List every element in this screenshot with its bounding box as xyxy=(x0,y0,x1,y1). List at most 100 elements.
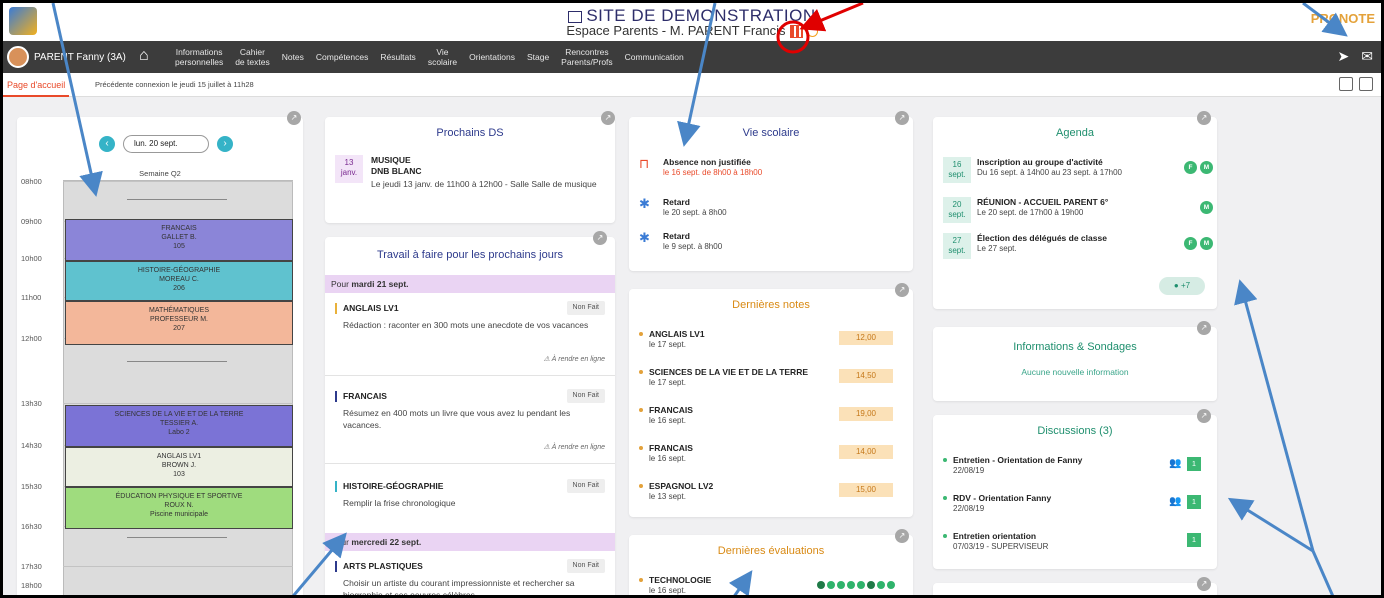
panel-title: Dernières notes xyxy=(732,299,810,311)
nav-item-competences[interactable]: Compétences xyxy=(310,52,374,62)
power-icon[interactable] xyxy=(806,26,818,38)
test-subject[interactable]: MUSIQUE DNB BLANC xyxy=(371,155,422,177)
homework-status-badge[interactable]: Non Fait xyxy=(566,479,605,493)
expand-icon[interactable]: ↗ xyxy=(1197,409,1211,423)
unread-count-badge: 1 xyxy=(1187,533,1201,547)
latest-grades-panel: ↗ Dernières notes ANGLAIS LV1 le 17 sept.… xyxy=(629,283,913,517)
hour-label: 10h00 xyxy=(21,254,42,263)
event-detail: Du 16 sept. à 14h00 au 23 sept. à 17h00 xyxy=(977,168,1123,177)
evaluation-date: le 16 sept. xyxy=(649,586,686,595)
course-block[interactable]: SCIENCES DE LA VIE ET DE LA TERRE TESSIER… xyxy=(65,405,293,447)
send-icon[interactable]: ➤ xyxy=(1338,48,1350,65)
bottom-panel: ↗ xyxy=(933,577,1217,595)
divider xyxy=(325,375,615,376)
bullet xyxy=(639,578,643,582)
agenda-panel: ↗ Agenda 16 sept. Inscription au groupe d'… xyxy=(933,111,1217,309)
notifications-icon[interactable]: ✉ xyxy=(1361,48,1373,65)
expand-icon[interactable]: ↗ xyxy=(593,231,607,245)
grade-date: le 16 sept. xyxy=(649,416,686,425)
course-block[interactable]: MATHÉMATIQUES PROFESSEUR M. 207 xyxy=(65,301,293,345)
expand-icon[interactable]: ↗ xyxy=(1197,111,1211,125)
hour-label: 09h00 xyxy=(21,217,42,226)
homework-subject: HISTOIRE-GÉOGRAPHIE xyxy=(343,481,444,491)
nav-menu: Informations personnelles Cahier de text… xyxy=(169,41,690,73)
nav-item-communication[interactable]: Communication xyxy=(619,52,690,62)
nav-item-stage[interactable]: Stage xyxy=(521,52,555,62)
course-subject: HISTOIRE-GÉOGRAPHIE xyxy=(137,267,221,274)
user-selector[interactable]: PARENT Fanny (3A) xyxy=(7,45,126,69)
hour-line xyxy=(63,403,293,404)
school-life-panel: ↗ Vie scolaire ⊓ Absence non justifiée l… xyxy=(629,111,913,271)
expand-icon[interactable]: ↗ xyxy=(601,111,615,125)
submit-online-link[interactable]: ⚠ À rendre en ligne xyxy=(543,355,605,363)
expand-icon[interactable]: ↗ xyxy=(287,111,301,125)
course-subject: FRANCAIS xyxy=(161,225,197,232)
homework-day-header: Pour mercredi 22 sept. xyxy=(325,533,615,551)
qr-code-icon[interactable] xyxy=(789,25,803,39)
prev-day-icon[interactable]: ‹ xyxy=(99,136,115,152)
hour-label: 18h00 xyxy=(21,581,42,590)
nav-item-cahier[interactable]: Cahier de textes xyxy=(229,47,276,67)
info-surveys-panel: ↗ Informations & Sondages Aucune nouvell… xyxy=(933,321,1217,401)
test-date: 13 janv. xyxy=(335,155,363,183)
course-room: 103 xyxy=(173,471,185,478)
homework-status-badge[interactable]: Non Fait xyxy=(566,389,605,403)
submit-online-link[interactable]: ⚠ À rendre en ligne xyxy=(543,443,605,451)
event-month: sept. xyxy=(948,246,966,255)
more-events-count: +7 xyxy=(1180,281,1191,290)
bullet xyxy=(943,534,947,538)
nav-item-orientations[interactable]: Orientations xyxy=(463,52,521,62)
layout-icon[interactable] xyxy=(1359,77,1373,91)
grade-subject: FRANCAIS xyxy=(649,443,693,453)
expand-icon[interactable]: ↗ xyxy=(895,529,909,543)
more-events-button[interactable]: ● +7 xyxy=(1159,277,1205,295)
course-block[interactable]: HISTOIRE-GÉOGRAPHIE MOREAU C. 206 xyxy=(65,261,293,301)
expand-icon[interactable]: ↗ xyxy=(895,283,909,297)
submit-online-label: À rendre en ligne xyxy=(551,356,605,363)
course-room: 206 xyxy=(173,285,185,292)
discussion-title: RDV - Orientation Fanny xyxy=(953,493,1052,503)
bullet xyxy=(943,458,947,462)
subject-color-bar xyxy=(335,303,337,314)
avatar xyxy=(7,46,29,68)
date-picker[interactable]: lun. 20 sept. xyxy=(123,135,209,153)
homework-subject: ANGLAIS LV1 xyxy=(343,303,399,313)
bed-icon: ⊓ xyxy=(639,156,650,171)
test-type: DNB BLANC xyxy=(371,166,422,176)
screenshot-frame: SITE DE DEMONSTRATION Espace Parents - M… xyxy=(0,0,1384,598)
nav-item-notes[interactable]: Notes xyxy=(276,52,310,62)
expand-icon[interactable]: ↗ xyxy=(895,111,909,125)
bullet xyxy=(639,408,643,412)
event-day: 20 xyxy=(952,200,962,209)
homework-day-header: Pour mardi 21 sept. xyxy=(325,275,615,293)
event-title: Retard xyxy=(663,231,690,241)
home-icon[interactable]: ⌂ xyxy=(139,47,157,65)
event-detail: le 9 sept. à 8h00 xyxy=(663,242,723,251)
nav-item-informations[interactable]: Informations personnelles xyxy=(169,47,229,67)
nav-item-resultats[interactable]: Résultats xyxy=(374,52,421,62)
grade-date: le 17 sept. xyxy=(649,340,686,349)
nav-item-vie-scolaire[interactable]: Vie scolaire xyxy=(422,47,463,67)
expand-icon[interactable]: ↗ xyxy=(1197,577,1211,591)
course-teacher: MOREAU C. xyxy=(159,276,199,283)
panel-title: Discussions (3) xyxy=(1037,425,1113,437)
homework-subject: ARTS PLASTIQUES xyxy=(343,561,423,571)
course-block[interactable]: ANGLAIS LV1 BROWN J. 103 xyxy=(65,447,293,487)
homework-text: Remplir la frise chronologique xyxy=(343,498,456,508)
tab-home[interactable]: Page d'accueil xyxy=(3,73,70,97)
homework-status-badge[interactable]: Non Fait xyxy=(566,301,605,315)
print-icon[interactable] xyxy=(1339,77,1353,91)
homework-status-badge[interactable]: Non Fait xyxy=(566,559,605,573)
course-block[interactable]: FRANCAIS GALLET B. 105 xyxy=(65,219,293,261)
bullet xyxy=(639,370,643,374)
discussions-panel: ↗ Discussions (3) Entretien - Orientatio… xyxy=(933,409,1217,569)
date-picker-value: lun. 20 sept. xyxy=(134,139,178,148)
next-day-icon[interactable]: › xyxy=(217,136,233,152)
unread-count-badge: 1 xyxy=(1187,457,1201,471)
course-block[interactable]: ÉDUCATION PHYSIQUE ET SPORTIVE ROUX N. Pis… xyxy=(65,487,293,529)
participants-icon: 👥 xyxy=(1169,458,1182,469)
expand-icon[interactable]: ↗ xyxy=(1197,321,1211,335)
nav-item-rencontres[interactable]: Rencontres Parents/Profs xyxy=(555,47,619,67)
grade-subject: SCIENCES DE LA VIE ET DE LA TERRE xyxy=(649,367,809,377)
unread-count-badge: 1 xyxy=(1187,495,1201,509)
